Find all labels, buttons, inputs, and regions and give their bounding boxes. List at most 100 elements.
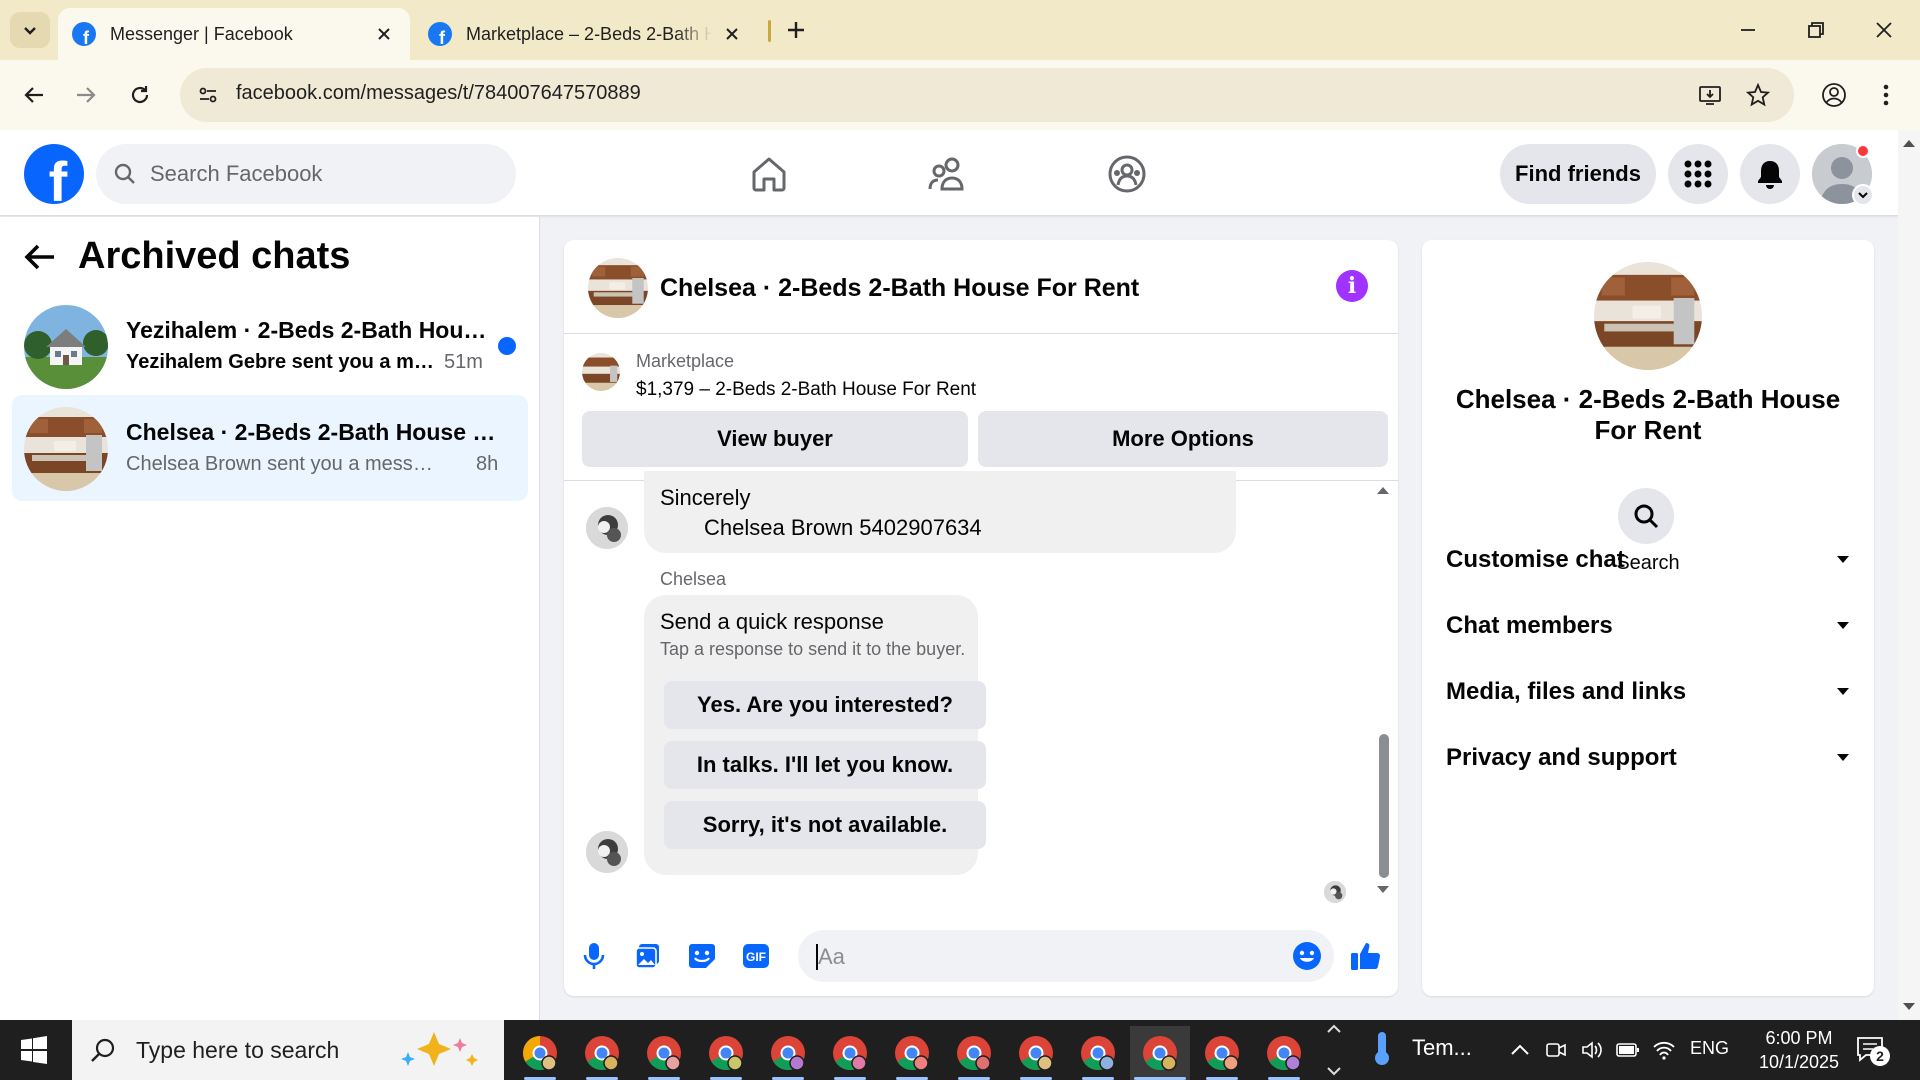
tab-messenger[interactable]: f Messenger | Facebook [58, 8, 410, 60]
send-like-button[interactable] [1346, 936, 1386, 976]
battery-icon[interactable] [1616, 1038, 1640, 1062]
customise-chat-section[interactable]: Customise chat [1446, 538, 1850, 582]
taskbar-chrome-app[interactable] [820, 1026, 880, 1080]
groups-nav-button[interactable] [1103, 150, 1151, 198]
chevron-down-icon [1837, 688, 1849, 695]
archived-chats-panel: Archived chats Yezihalem · 2-Beds 2-Bath… [0, 217, 540, 1020]
account-menu-chevron[interactable] [1852, 184, 1874, 206]
find-friends-button[interactable]: Find friends [1500, 144, 1656, 204]
message-scrollbar-thumb[interactable] [1379, 734, 1389, 878]
scroll-down-arrow-icon[interactable] [1902, 1002, 1916, 1012]
info-icon[interactable]: i [1336, 270, 1368, 302]
listing-thumbnail[interactable] [582, 353, 620, 391]
meet-now-icon[interactable] [1544, 1038, 1568, 1062]
minimize-button[interactable] [1714, 0, 1782, 60]
quick-response-option[interactable]: In talks. I'll let you know. [664, 741, 986, 789]
quick-response-option[interactable]: Yes. Are you interested? [664, 681, 986, 729]
scroll-up-arrow-icon[interactable] [1376, 485, 1390, 495]
emoji-icon[interactable] [1292, 941, 1322, 971]
close-icon[interactable] [720, 22, 744, 46]
start-button[interactable] [14, 1034, 54, 1066]
sender-avatar[interactable] [586, 507, 628, 549]
scroll-up-arrow-icon[interactable] [1902, 138, 1916, 148]
taskbar-chrome-app[interactable] [944, 1026, 1004, 1080]
taskbar-chrome-app[interactable] [1006, 1026, 1066, 1080]
info-panel-avatar[interactable] [1594, 262, 1702, 370]
chevron-down-icon [1858, 192, 1868, 199]
close-icon[interactable] [372, 22, 396, 46]
taskbar-clock[interactable]: 6:00 PM 10/1/2025 [1744, 1026, 1854, 1074]
browser-menu-button[interactable] [1866, 75, 1906, 115]
tab-marketplace[interactable]: f Marketplace – 2-Beds 2-Bath House For … [414, 8, 758, 60]
search-icon [91, 1038, 115, 1062]
facebook-favicon-icon: f [72, 22, 96, 46]
conversation-avatar[interactable] [588, 258, 648, 318]
profile-notification-dot [1856, 144, 1870, 158]
chrome-icon [585, 1036, 619, 1071]
taskbar-scroll-arrows[interactable] [1322, 1024, 1346, 1076]
taskbar-chrome-app[interactable] [1192, 1026, 1252, 1080]
home-nav-button[interactable] [745, 150, 793, 198]
media-files-links-section[interactable]: Media, files and links [1446, 670, 1850, 714]
wifi-icon[interactable] [1652, 1038, 1676, 1062]
chat-title: Chelsea · 2-Beds 2-Bath House For Rent [126, 419, 496, 445]
volume-icon[interactable] [1580, 1038, 1604, 1062]
sender-name: Chelsea [660, 569, 727, 589]
back-arrow-icon[interactable] [24, 243, 56, 271]
sender-avatar[interactable] [586, 831, 628, 873]
chat-row-chelsea[interactable]: Chelsea · 2-Beds 2-Bath House For Rent C… [12, 395, 528, 501]
attach-photo-button[interactable] [628, 936, 668, 976]
voice-clip-button[interactable] [574, 936, 614, 976]
new-tab-button[interactable] [780, 14, 812, 46]
site-info-icon[interactable] [194, 81, 222, 109]
listing-price-title[interactable]: $1,379 – 2-Beds 2-Bath House For Rent [636, 379, 976, 401]
message-bubble[interactable]: Sincerely Chelsea Brown 5402907634 [644, 471, 1236, 553]
search-in-conversation-button[interactable] [1618, 488, 1674, 544]
menu-grid-button[interactable] [1668, 144, 1728, 204]
taskbar-chrome-app[interactable] [758, 1026, 818, 1080]
address-bar[interactable]: facebook.com/messages/t/784007647570889 [180, 68, 1794, 122]
sticker-button[interactable] [682, 936, 722, 976]
chat-row-yezihalem[interactable]: Yezihalem · 2-Beds 2-Bath House For Rent… [12, 293, 528, 399]
privacy-support-section[interactable]: Privacy and support [1446, 736, 1850, 780]
bookmark-star-icon[interactable] [1744, 81, 1772, 109]
view-buyer-button[interactable]: View buyer [582, 411, 968, 467]
close-window-button[interactable] [1850, 0, 1918, 60]
gif-button[interactable]: GIF [736, 936, 776, 976]
conversation-header: Chelsea · 2-Beds 2-Bath House For Rent i [564, 240, 1398, 334]
notification-center-button[interactable]: 2 [1856, 1036, 1890, 1066]
facebook-logo[interactable]: f [24, 144, 84, 204]
friends-nav-button[interactable] [924, 150, 972, 198]
taskbar-chrome-app[interactable] [634, 1026, 694, 1080]
conversation-title[interactable]: Chelsea · 2-Beds 2-Bath House For Rent [660, 274, 1139, 303]
more-options-button[interactable]: More Options [978, 411, 1388, 467]
taskbar-chrome-app[interactable] [1254, 1026, 1314, 1080]
weather-widget[interactable]: Tem... [1370, 1030, 1472, 1066]
restore-button[interactable] [1782, 0, 1850, 60]
reload-button[interactable] [120, 75, 160, 115]
taskbar-chrome-app[interactable] [572, 1026, 632, 1080]
back-button[interactable] [14, 75, 54, 115]
notifications-button[interactable] [1740, 144, 1800, 204]
taskbar-chrome-app[interactable] [696, 1026, 756, 1080]
message-input[interactable]: Aa [798, 930, 1334, 982]
quick-response-option[interactable]: Sorry, it's not available. [664, 801, 986, 849]
tab-separator [768, 20, 771, 42]
facebook-search-input[interactable]: Search Facebook [96, 144, 516, 204]
input-language-indicator[interactable]: ENG [1690, 1038, 1729, 1059]
forward-button[interactable] [66, 75, 106, 115]
tab-search-button[interactable] [10, 12, 50, 48]
taskbar-chrome-app[interactable] [882, 1026, 942, 1080]
chat-time: 8h [476, 453, 499, 475]
install-app-icon[interactable] [1696, 81, 1724, 109]
profile-account-icon[interactable] [1814, 75, 1854, 115]
chat-members-section[interactable]: Chat members [1446, 604, 1850, 648]
taskbar-chrome-app[interactable] [1068, 1026, 1128, 1080]
taskbar-search[interactable]: Type here to search [72, 1020, 504, 1080]
taskbar-chrome-app-active[interactable] [1130, 1026, 1190, 1080]
page-scrollbar[interactable] [1898, 130, 1920, 1020]
thumbs-up-icon [1351, 943, 1381, 970]
show-hidden-icons-button[interactable] [1508, 1038, 1532, 1062]
scroll-down-arrow-icon[interactable] [1376, 885, 1390, 895]
taskbar-chrome-app[interactable] [510, 1026, 570, 1080]
